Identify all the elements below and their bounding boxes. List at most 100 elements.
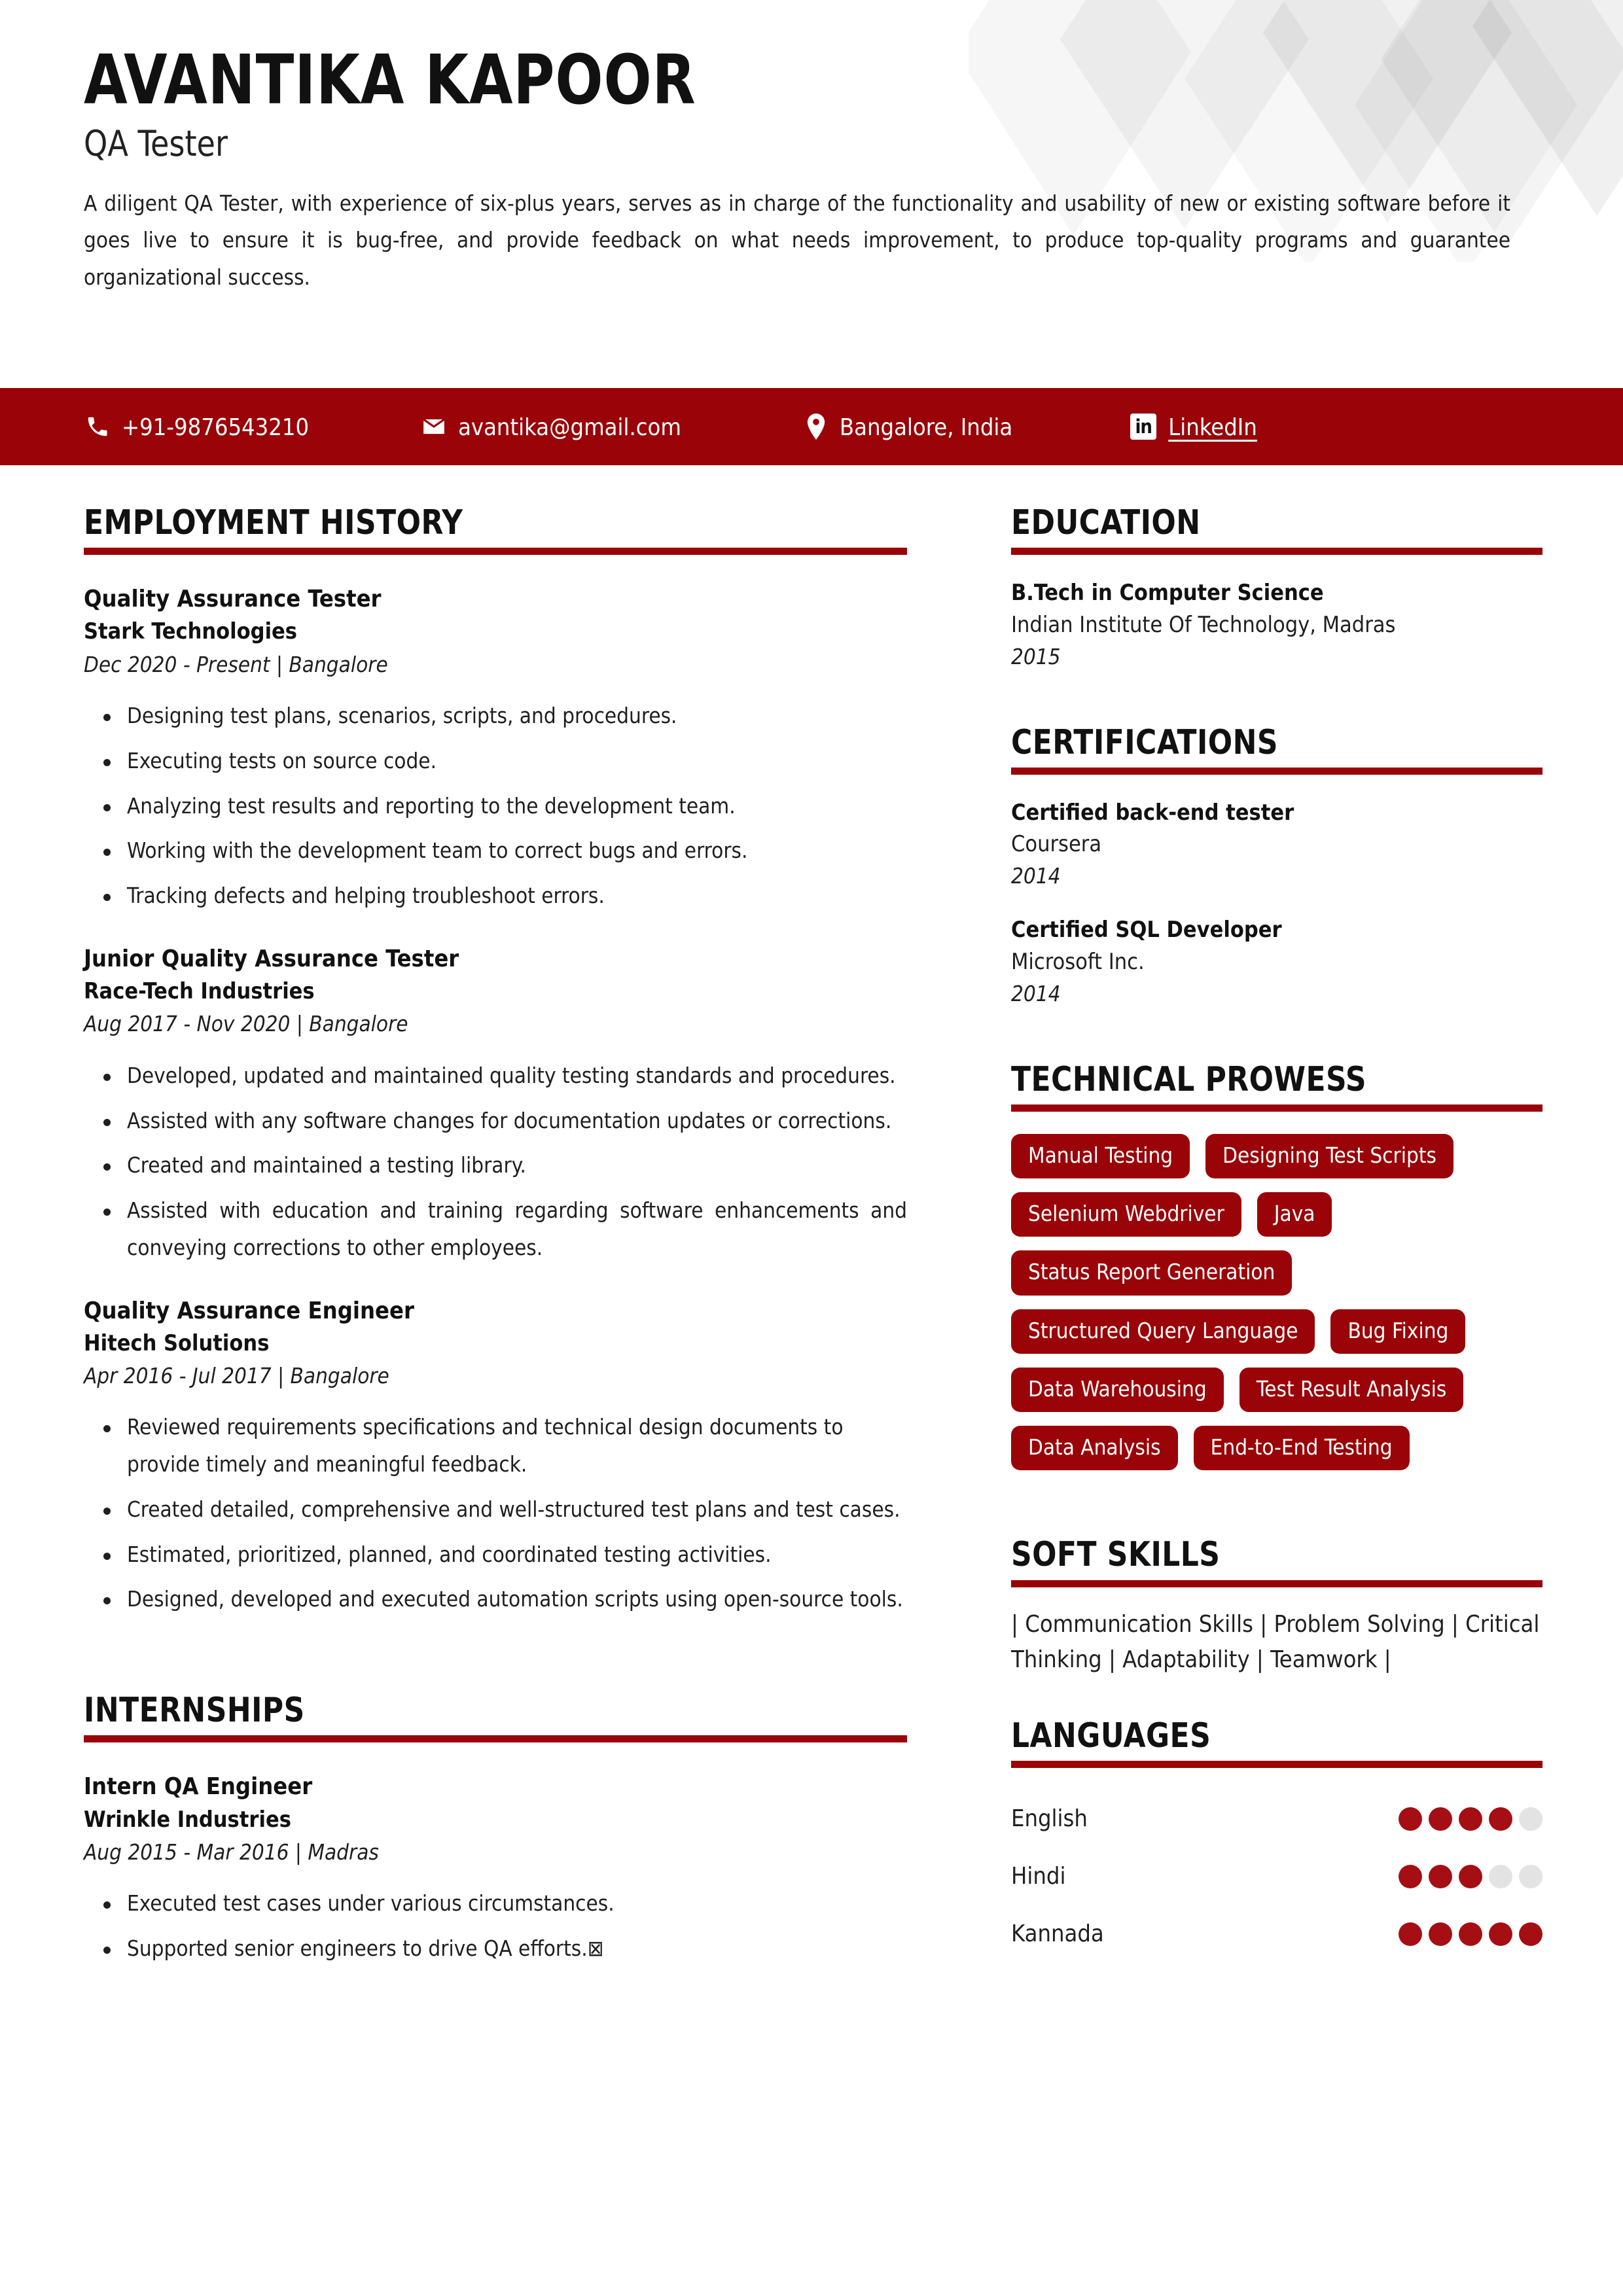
rating-dot-filled xyxy=(1399,1807,1422,1831)
job-bullet-list: Reviewed requirements specifications and… xyxy=(84,1409,907,1618)
section-soft-skills: SOFT SKILLS | Communication Skills | Pro… xyxy=(1011,1536,1543,1677)
section-employment-history: EMPLOYMENT HISTORY Quality Assurance Tes… xyxy=(84,504,907,1618)
contact-phone-text: +91-9876543210 xyxy=(122,414,310,441)
section-education: EDUCATION B.Tech in Computer Science Ind… xyxy=(1011,504,1543,673)
certification-year: 2014 xyxy=(1011,863,1061,889)
job-title: Quality Assurance Engineer xyxy=(84,1297,414,1324)
phone-icon xyxy=(85,414,110,439)
job-dates-location: Aug 2017 - Nov 2020 | Bangalore xyxy=(84,1011,408,1037)
page-title: AVANTIKA KAPOOR xyxy=(84,40,696,120)
skill-tag: Selenium Webdriver xyxy=(1011,1192,1241,1237)
skill-tag: Manual Testing xyxy=(1011,1133,1190,1179)
contact-linkedin[interactable]: in LinkedIn xyxy=(1130,414,1257,441)
list-item: Assisted with education and training reg… xyxy=(103,1192,907,1267)
section-heading: LANGUAGES xyxy=(1011,1716,1211,1756)
contact-location: Bangalore, India xyxy=(804,414,1013,441)
list-item: Created detailed, comprehensive and well… xyxy=(103,1491,907,1528)
section-heading: EMPLOYMENT HISTORY xyxy=(84,503,463,542)
section-internships: INTERNSHIPS Intern QA Engineer Wrinkle I… xyxy=(84,1691,907,1968)
soft-skills-text: | Communication Skills | Problem Solving… xyxy=(1011,1610,1540,1673)
certification-issuer: Coursera xyxy=(1011,831,1102,858)
internship-title: Intern QA Engineer xyxy=(84,1773,313,1801)
language-rating-dots xyxy=(1399,1807,1543,1831)
list-item: Estimated, prioritized, planned, and coo… xyxy=(103,1536,907,1574)
skill-tag: Designing Test Scripts xyxy=(1205,1133,1454,1179)
resume-header: AVANTIKA KAPOOR QA Tester A diligent QA … xyxy=(84,46,1517,296)
list-item: Assisted with any software changes for d… xyxy=(103,1103,907,1140)
certification-entry: Certified back-end tester Coursera 2014 xyxy=(1011,797,1543,892)
language-name: Kannada xyxy=(1011,1920,1104,1948)
contact-linkedin-text: LinkedIn xyxy=(1168,414,1257,441)
education-degree: B.Tech in Computer Science xyxy=(1011,580,1324,607)
contact-location-text: Bangalore, India xyxy=(839,414,1013,441)
list-item: Executing tests on source code. xyxy=(103,743,907,780)
section-rule xyxy=(1011,767,1543,775)
job-dates-location: Dec 2020 - Present | Bangalore xyxy=(84,651,388,677)
envelope-icon xyxy=(421,414,446,439)
list-item: Analyzing test results and reporting to … xyxy=(103,788,907,825)
rating-dot-filled xyxy=(1519,1922,1543,1946)
language-rating-dots xyxy=(1399,1922,1543,1946)
section-heading: INTERNSHIPS xyxy=(84,1691,305,1731)
linkedin-badge-label: in xyxy=(1130,414,1157,440)
section-heading: SOFT SKILLS xyxy=(1011,1535,1221,1575)
skill-tag: Bug Fixing xyxy=(1330,1309,1466,1354)
contact-email-text: avantika@gmail.com xyxy=(458,414,681,441)
job-bullet-list: Developed, updated and maintained qualit… xyxy=(84,1057,907,1267)
section-certifications: CERTIFICATIONS Certified back-end tester… xyxy=(1011,722,1543,1010)
resume-page: AVANTIKA KAPOOR QA Tester A diligent QA … xyxy=(0,0,1623,2296)
job-dates-location: Apr 2016 - Jul 2017 | Bangalore xyxy=(84,1362,389,1388)
skill-tag-list: Manual Testing Designing Test Scripts Se… xyxy=(1011,1133,1543,1471)
rating-dot-empty xyxy=(1489,1864,1512,1888)
section-rule xyxy=(1011,1760,1543,1768)
list-item: Created and maintained a testing library… xyxy=(103,1147,907,1184)
skill-tag: Test Result Analysis xyxy=(1239,1367,1464,1413)
contact-phone[interactable]: +91-9876543210 xyxy=(85,414,310,441)
section-rule xyxy=(1011,1580,1543,1587)
contact-bar: +91-9876543210 avantika@gmail.com Bangal… xyxy=(0,388,1623,465)
job-company: Stark Technologies xyxy=(84,618,298,645)
education-year: 2015 xyxy=(1011,643,1061,669)
list-item: Developed, updated and maintained qualit… xyxy=(103,1057,907,1095)
language-name: English xyxy=(1011,1805,1088,1833)
internship-dates-location: Aug 2015 - Mar 2016 | Madras xyxy=(84,1839,379,1865)
job-company: Race-Tech Industries xyxy=(84,978,315,1004)
list-item: Supported senior engineers to drive QA e… xyxy=(103,1930,907,1968)
list-item: Tracking defects and helping troubleshoo… xyxy=(103,877,907,915)
skill-tag: Data Analysis xyxy=(1011,1426,1178,1471)
job-company: Hitech Solutions xyxy=(84,1330,270,1356)
section-rule xyxy=(1011,1104,1543,1112)
language-row: Hindi xyxy=(1011,1848,1543,1905)
rating-dot-filled xyxy=(1429,1922,1452,1946)
section-technical-prowess: TECHNICAL PROWESS Manual Testing Designi… xyxy=(1011,1060,1543,1471)
rating-dot-filled xyxy=(1459,1864,1482,1888)
internship-bullet-list: Executed test cases under various circum… xyxy=(84,1885,907,1968)
list-item: Designed, developed and executed automat… xyxy=(103,1581,907,1618)
list-item: Reviewed requirements specifications and… xyxy=(103,1409,907,1483)
rating-dot-filled xyxy=(1399,1922,1422,1946)
section-heading: CERTIFICATIONS xyxy=(1011,722,1279,762)
section-rule xyxy=(84,1735,907,1743)
skill-tag: Status Report Generation xyxy=(1011,1250,1293,1296)
rating-dot-filled xyxy=(1399,1864,1422,1888)
rating-dot-empty xyxy=(1519,1864,1543,1888)
section-heading: EDUCATION xyxy=(1011,503,1201,542)
employment-entry: Junior Quality Assurance Tester Race-Tec… xyxy=(84,942,907,1267)
rating-dot-filled xyxy=(1429,1864,1452,1888)
skill-tag: Structured Query Language xyxy=(1011,1309,1315,1354)
certification-entry: Certified SQL Developer Microsoft Inc. 2… xyxy=(1011,914,1543,1009)
section-rule xyxy=(1011,548,1543,556)
certification-name: Certified back-end tester xyxy=(1011,799,1294,826)
section-rule xyxy=(84,548,907,556)
right-column: EDUCATION B.Tech in Computer Science Ind… xyxy=(1011,504,1543,1963)
language-name: Hindi xyxy=(1011,1863,1066,1890)
internship-company: Wrinkle Industries xyxy=(84,1806,291,1833)
contact-email[interactable]: avantika@gmail.com xyxy=(421,414,681,441)
education-entry: B.Tech in Computer Science Indian Instit… xyxy=(1011,577,1543,672)
rating-dot-filled xyxy=(1489,1807,1512,1831)
